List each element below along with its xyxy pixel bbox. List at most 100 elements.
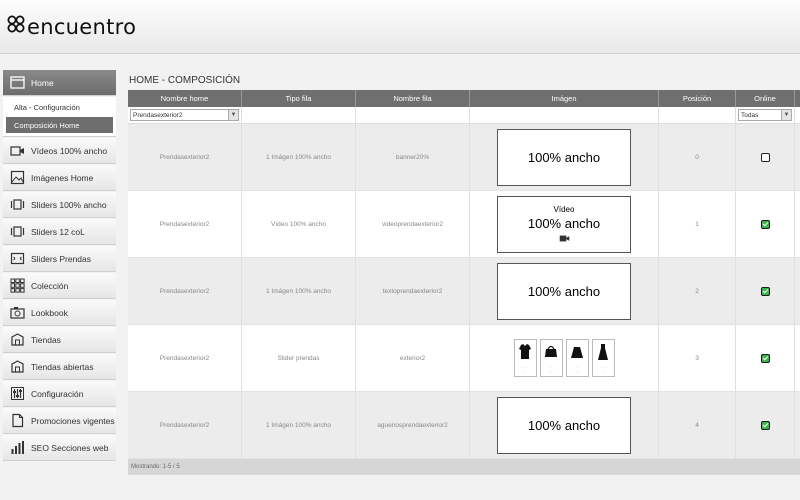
sidebar-item-2[interactable]: Sliders 100% ancho — [3, 192, 116, 218]
cell-nombre-fila: videoprendaexterior2 — [356, 191, 470, 257]
sidebar-item-label: Vídeos 100% ancho — [31, 145, 108, 156]
cell-imagen: 100% ancho — [470, 124, 659, 190]
sidebar-item-5[interactable]: Colección — [3, 273, 116, 299]
sidebar-item-label: Lookbook — [31, 307, 68, 318]
cell-online — [736, 392, 795, 458]
sidebar-item-label: Colección — [31, 280, 69, 291]
cell-tipo-fila: Vídeo 100% ancho — [242, 191, 356, 257]
product-card: ··· ···· — [513, 339, 537, 377]
online-checkbox[interactable] — [760, 286, 770, 296]
sidebar-item-label: Sliders 100% ancho — [31, 199, 107, 210]
cell-online — [736, 191, 795, 257]
cell-tipo-fila: 1 Imágen 100% ancho — [242, 392, 356, 458]
sidebar-subitem-0[interactable]: Alta - Configuración — [6, 99, 113, 115]
brand-name: encuentro — [27, 14, 137, 39]
cell-nombre-home: Prendasexterior2 — [128, 258, 242, 324]
sidebar: Home Alta - Configuración Composición Home… — [3, 70, 116, 462]
sidebar-item-10[interactable]: Promociones vigentes — [3, 408, 116, 434]
online-checkbox[interactable] — [760, 353, 770, 363]
online-checkbox[interactable] — [760, 152, 770, 162]
bar-chart-icon — [9, 440, 25, 456]
cell-imagen: 100% ancho — [470, 258, 659, 324]
sidebar-item-label: Sliders 12 coL — [31, 226, 85, 237]
sidebar-subitem-1[interactable]: Composición Home — [6, 117, 113, 133]
online-filter-value: Todas — [741, 111, 759, 119]
online-checkbox[interactable] — [760, 420, 770, 430]
column-header[interactable]: Online — [736, 90, 795, 107]
cell-tipo-fila: Slider prendas — [242, 325, 356, 391]
product-card: ··· ···· — [591, 339, 615, 377]
table-row[interactable]: Prendasexterior2 Slider prendas exterior2 ·… — [128, 325, 800, 392]
product-card: ··· ···· — [539, 339, 563, 377]
sidebar-item-11[interactable]: SEO Secciones web — [3, 435, 116, 461]
grid-header-row: Nombre home Tipo fila Nombre fila Imágen Pos… — [128, 90, 800, 107]
slider-arrows-icon — [9, 251, 25, 267]
sidebar-item-label: Tiendas abiertas — [31, 361, 94, 372]
column-header[interactable]: Nombre fila — [356, 90, 470, 107]
cell-imagen: Vídeo 100% ancho — [470, 191, 659, 257]
table-row[interactable]: Prendasexterior2 1 Imágen 100% ancho banne… — [128, 124, 800, 191]
sidebar-item-4[interactable]: Sliders Prendas — [3, 246, 116, 272]
cell-nombre-home: Prendasexterior2 — [128, 325, 242, 391]
column-header[interactable]: Nombre home — [128, 90, 242, 107]
table-row[interactable]: Prendasexterior2 1 Imágen 100% ancho texto… — [128, 258, 800, 325]
cell-nombre-fila: exterior2 — [356, 325, 470, 391]
cell-nombre-fila: textoprendaexterior2 — [356, 258, 470, 324]
sidebar-item-7[interactable]: Tiendas — [3, 327, 116, 353]
store-icon — [9, 332, 25, 348]
window-icon — [9, 75, 25, 91]
column-header[interactable]: Posición — [659, 90, 736, 107]
table-row[interactable]: Prendasexterior2 1 Imágen 100% ancho aguen… — [128, 392, 800, 459]
online-checkbox[interactable] — [760, 219, 770, 229]
table-row[interactable]: Prendasexterior2 Vídeo 100% ancho videopre… — [128, 191, 800, 258]
sidebar-item-0[interactable]: Vídeos 100% ancho — [3, 138, 116, 164]
sliders-settings-icon — [9, 386, 25, 402]
cell-online — [736, 258, 795, 324]
sidebar-item-label: Home — [31, 77, 54, 88]
row-preview: Vídeo 100% ancho — [497, 195, 631, 253]
chevron-down-icon: ▼ — [228, 110, 238, 120]
cell-nombre-fila: banner20% — [356, 124, 470, 190]
nombre-home-filter-value: Prendasexterior2 — [133, 111, 183, 119]
cell-posicion: 4 — [659, 392, 736, 458]
grid-filter-row: Prendasexterior2 ▼ Todas ▼ — [128, 107, 800, 124]
main-content: HOME - COMPOSICIÓN Nombre home Tipo fila N… — [128, 72, 800, 475]
grid-icon — [9, 278, 25, 294]
cell-online — [736, 325, 795, 391]
cell-posicion: 1 — [659, 191, 736, 257]
sidebar-item-3[interactable]: Sliders 12 coL — [3, 219, 116, 245]
cell-imagen: ··· ···· ··· ···· ··· ···· ··· ···· — [470, 325, 659, 391]
sidebar-item-6[interactable]: Lookbook — [3, 300, 116, 326]
sidebar-item-home[interactable]: Home — [3, 70, 116, 96]
image-icon — [9, 170, 25, 186]
brand-logo[interactable]: encuentro — [6, 14, 136, 39]
cell-online — [736, 124, 795, 190]
store-icon — [9, 359, 25, 375]
document-icon — [9, 413, 25, 429]
cell-imagen: 100% ancho — [470, 392, 659, 458]
cell-nombre-home: Prendasexterior2 — [128, 392, 242, 458]
clover-icon — [6, 14, 26, 39]
online-filter[interactable]: Todas ▼ — [738, 109, 792, 121]
chevron-down-icon: ▼ — [781, 110, 791, 120]
home-submenu: Alta - Configuración Composición Home — [3, 97, 116, 137]
sidebar-item-9[interactable]: Configuración — [3, 381, 116, 407]
row-preview: 100% ancho — [497, 396, 631, 454]
cell-posicion: 0 — [659, 124, 736, 190]
sidebar-item-1[interactable]: Imágenes Home — [3, 165, 116, 191]
column-header[interactable]: Tipo fila — [242, 90, 356, 107]
column-header[interactable]: Imágen — [470, 90, 659, 107]
nombre-home-filter[interactable]: Prendasexterior2 ▼ — [130, 109, 239, 121]
camera-icon — [9, 305, 25, 321]
cell-nombre-home: Prendasexterior2 — [128, 124, 242, 190]
product-card: ··· ···· — [565, 339, 589, 377]
sidebar-item-label: Tiendas — [31, 334, 61, 345]
row-preview: 100% ancho — [497, 128, 631, 186]
sidebar-item-label: Configuración — [31, 388, 84, 399]
cell-nombre-home: Prendasexterior2 — [128, 191, 242, 257]
video-camera-icon — [9, 143, 25, 159]
slider-icon — [9, 197, 25, 213]
cell-tipo-fila: 1 Imágen 100% ancho — [242, 124, 356, 190]
sidebar-item-8[interactable]: Tiendas abiertas — [3, 354, 116, 380]
cell-nombre-fila: aguenosprendaexterior2 — [356, 392, 470, 458]
